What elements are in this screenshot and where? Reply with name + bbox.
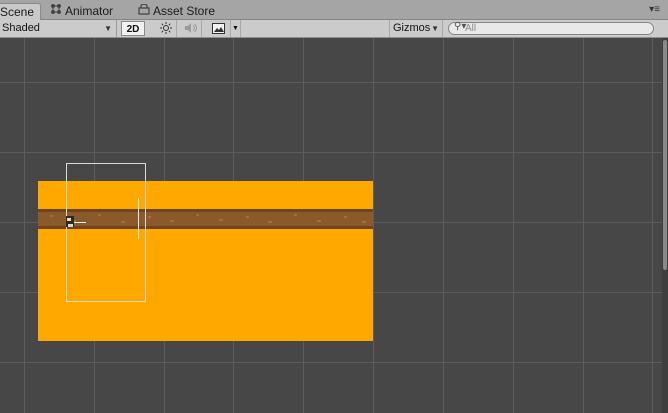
vertical-scrollbar[interactable] <box>662 38 668 413</box>
image-effects-toggle[interactable] <box>207 20 231 37</box>
scene-search: ⚲▾ <box>448 21 654 35</box>
chevron-down-icon: ▼ <box>232 25 239 32</box>
asset-store-icon <box>138 3 150 20</box>
tab-scene-label: Scene <box>0 5 35 19</box>
scene-viewport[interactable] <box>0 38 668 413</box>
audio-icon <box>184 22 198 34</box>
dirt-strip <box>38 209 373 229</box>
effects-dropdown[interactable]: ▼ <box>231 20 241 37</box>
tab-asset-store[interactable]: Asset Store <box>134 3 219 20</box>
draw-mode-label: Shaded <box>2 22 40 34</box>
tab-scene[interactable]: Scene <box>0 3 41 20</box>
animator-icon <box>50 3 62 20</box>
scrollbar-thumb[interactable] <box>663 40 667 270</box>
chevron-down-icon: ▼ <box>104 24 112 33</box>
image-effects-icon <box>212 22 225 34</box>
tab-animator[interactable]: Animator <box>46 3 117 20</box>
scene-toolbar: Shaded ▼ 2D ▼ Gizmos ▼ ⚲▾ All <box>0 20 668 38</box>
scene-grid <box>0 38 668 413</box>
gizmos-dropdown[interactable]: Gizmos ▼ <box>389 20 443 37</box>
chevron-down-icon: ▼ <box>431 24 439 33</box>
tab-asset-store-label: Asset Store <box>153 4 216 18</box>
ground-sprite[interactable] <box>38 181 373 341</box>
gizmos-label: Gizmos <box>393 22 431 34</box>
draw-mode-dropdown[interactable]: Shaded ▼ <box>0 20 117 37</box>
sun-icon <box>159 22 172 35</box>
search-input[interactable] <box>465 23 645 34</box>
tab-animator-label: Animator <box>65 4 114 18</box>
scene-lighting-toggle[interactable] <box>155 20 177 37</box>
2d-mode-toggle[interactable]: 2D <box>121 21 145 36</box>
panel-menu-icon[interactable]: ▾≡ <box>649 5 660 15</box>
2d-mode-label: 2D <box>126 24 140 35</box>
scene-audio-toggle[interactable] <box>180 20 202 37</box>
window-tab-bar: Scene Animator Asset Store ▾≡ <box>0 0 668 20</box>
